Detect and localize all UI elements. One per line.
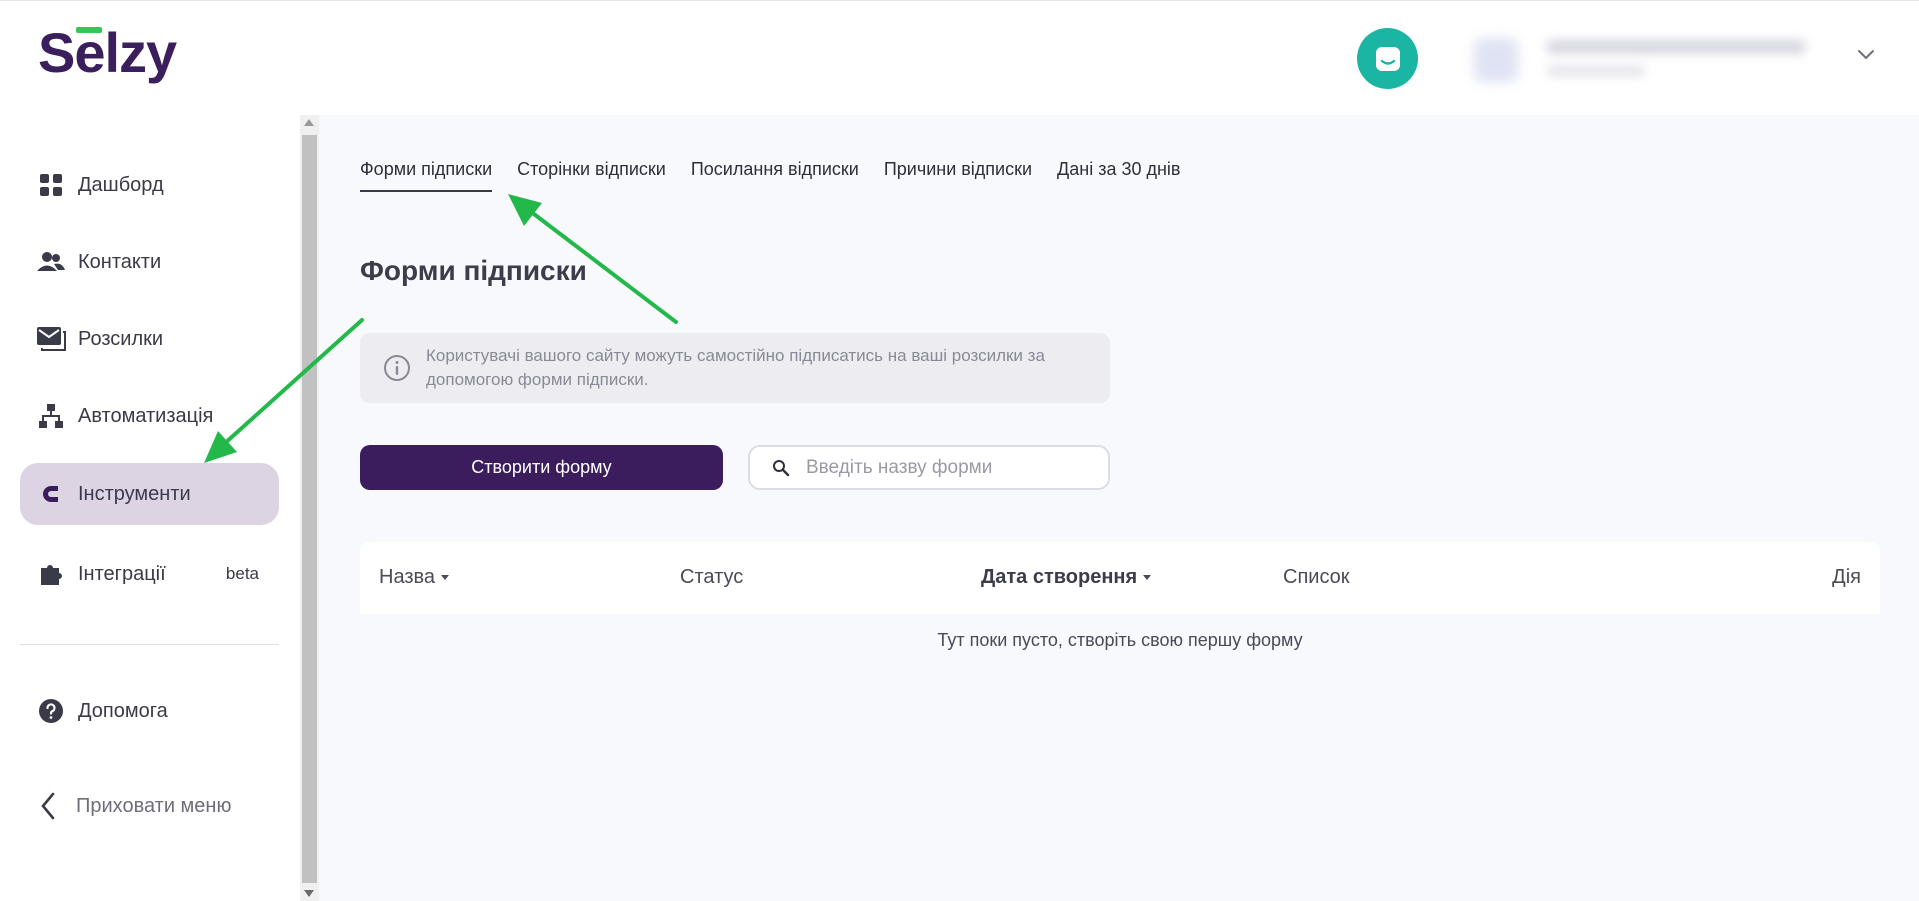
column-header-action: Дія — [1832, 566, 1861, 588]
chat-button[interactable] — [1357, 28, 1418, 89]
sidebar-item-label: Інструменти — [78, 482, 191, 505]
beta-badge: beta — [225, 564, 259, 583]
top-header: Selzy — [0, 0, 1919, 115]
puzzle-icon — [36, 559, 66, 589]
sidebar-item-label: Розсилки — [78, 327, 164, 350]
help-icon — [36, 696, 66, 726]
empty-state-text: Тут поки пусто, створіть свою першу форм… — [937, 630, 1303, 650]
sidebar-item-dashboard[interactable]: Дашборд — [20, 154, 279, 216]
sidebar-item-label: Інтеграції — [78, 562, 166, 585]
tab-unsubscribe-links[interactable]: Посилання відписки — [691, 159, 859, 192]
chevron-left-icon — [41, 792, 55, 820]
scroll-down-arrow[interactable] — [304, 890, 314, 897]
tab-30-day-data[interactable]: Дані за 30 днів — [1057, 159, 1180, 192]
contacts-icon — [36, 247, 66, 277]
create-form-button[interactable]: Створити форму — [360, 445, 723, 490]
main-content: Форми підписки Сторінки відписки Посилан… — [319, 115, 1919, 901]
account-email — [1546, 40, 1806, 54]
hide-menu-label: Приховати меню — [76, 794, 232, 817]
forms-table: Назва Статус Дата створення Список Дія Т… — [360, 542, 1880, 667]
account-subtitle — [1546, 66, 1646, 76]
hide-menu-button[interactable]: Приховати меню — [40, 792, 231, 820]
tab-subscription-forms[interactable]: Форми підписки — [360, 159, 493, 192]
scroll-up-arrow[interactable] — [304, 119, 314, 126]
search-icon — [773, 459, 790, 476]
account-menu[interactable] — [1466, 26, 1886, 90]
mail-icon — [36, 324, 66, 354]
column-header-created-date[interactable]: Дата створення — [981, 566, 1152, 589]
table-header: Назва Статус Дата створення Список Дія — [360, 542, 1880, 614]
info-icon — [384, 355, 410, 381]
table-empty-row: Тут поки пусто, створіть свою першу форм… — [360, 614, 1880, 667]
info-banner: Користувачі вашого сайту можуть самостій… — [360, 333, 1110, 403]
sidebar-scrollbar[interactable] — [300, 115, 319, 901]
dashboard-icon — [36, 170, 66, 200]
scroll-thumb[interactable] — [302, 135, 317, 883]
search-input[interactable] — [806, 456, 1086, 479]
sort-caret-icon — [1143, 575, 1152, 581]
tab-unsubscribe-pages[interactable]: Сторінки відписки — [517, 159, 666, 192]
tab-unsubscribe-reasons[interactable]: Причини відписки — [884, 159, 1032, 192]
sidebar: Дашборд Контакти Розсилки Автоматизація … — [0, 115, 300, 901]
page-title: Форми підписки — [360, 255, 587, 286]
sidebar-item-tools[interactable]: Інструменти — [20, 463, 279, 525]
sidebar-item-automation[interactable]: Автоматизація — [20, 385, 279, 447]
column-header-status: Статус — [680, 566, 744, 588]
sidebar-item-label: Контакти — [78, 250, 162, 273]
sort-caret-icon — [441, 575, 450, 581]
sidebar-item-contacts[interactable]: Контакти — [20, 231, 279, 293]
chevron-down-icon[interactable] — [1856, 48, 1876, 62]
column-header-list: Список — [1283, 566, 1350, 588]
sidebar-item-label: Допомога — [78, 699, 168, 722]
sidebar-divider — [20, 644, 279, 645]
sidebar-item-help[interactable]: Допомога — [20, 680, 279, 742]
info-text: Користувачі вашого сайту можуть самостій… — [426, 346, 1045, 389]
selzy-logo[interactable]: Selzy — [38, 25, 177, 81]
sidebar-item-label: Автоматизація — [78, 404, 214, 427]
logo-accent-bar — [76, 27, 102, 33]
account-avatar — [1474, 38, 1518, 82]
column-header-name[interactable]: Назва — [379, 566, 450, 589]
magnet-icon — [36, 479, 66, 509]
sidebar-item-campaigns[interactable]: Розсилки — [20, 308, 279, 370]
search-box[interactable] — [748, 445, 1110, 490]
automation-icon — [36, 401, 66, 431]
chat-icon — [1375, 46, 1400, 71]
sidebar-item-label: Дашборд — [78, 173, 164, 196]
sidebar-item-integrations[interactable]: Інтеграції beta — [20, 543, 279, 605]
tabs-bar: Форми підписки Сторінки відписки Посилан… — [360, 159, 1180, 192]
